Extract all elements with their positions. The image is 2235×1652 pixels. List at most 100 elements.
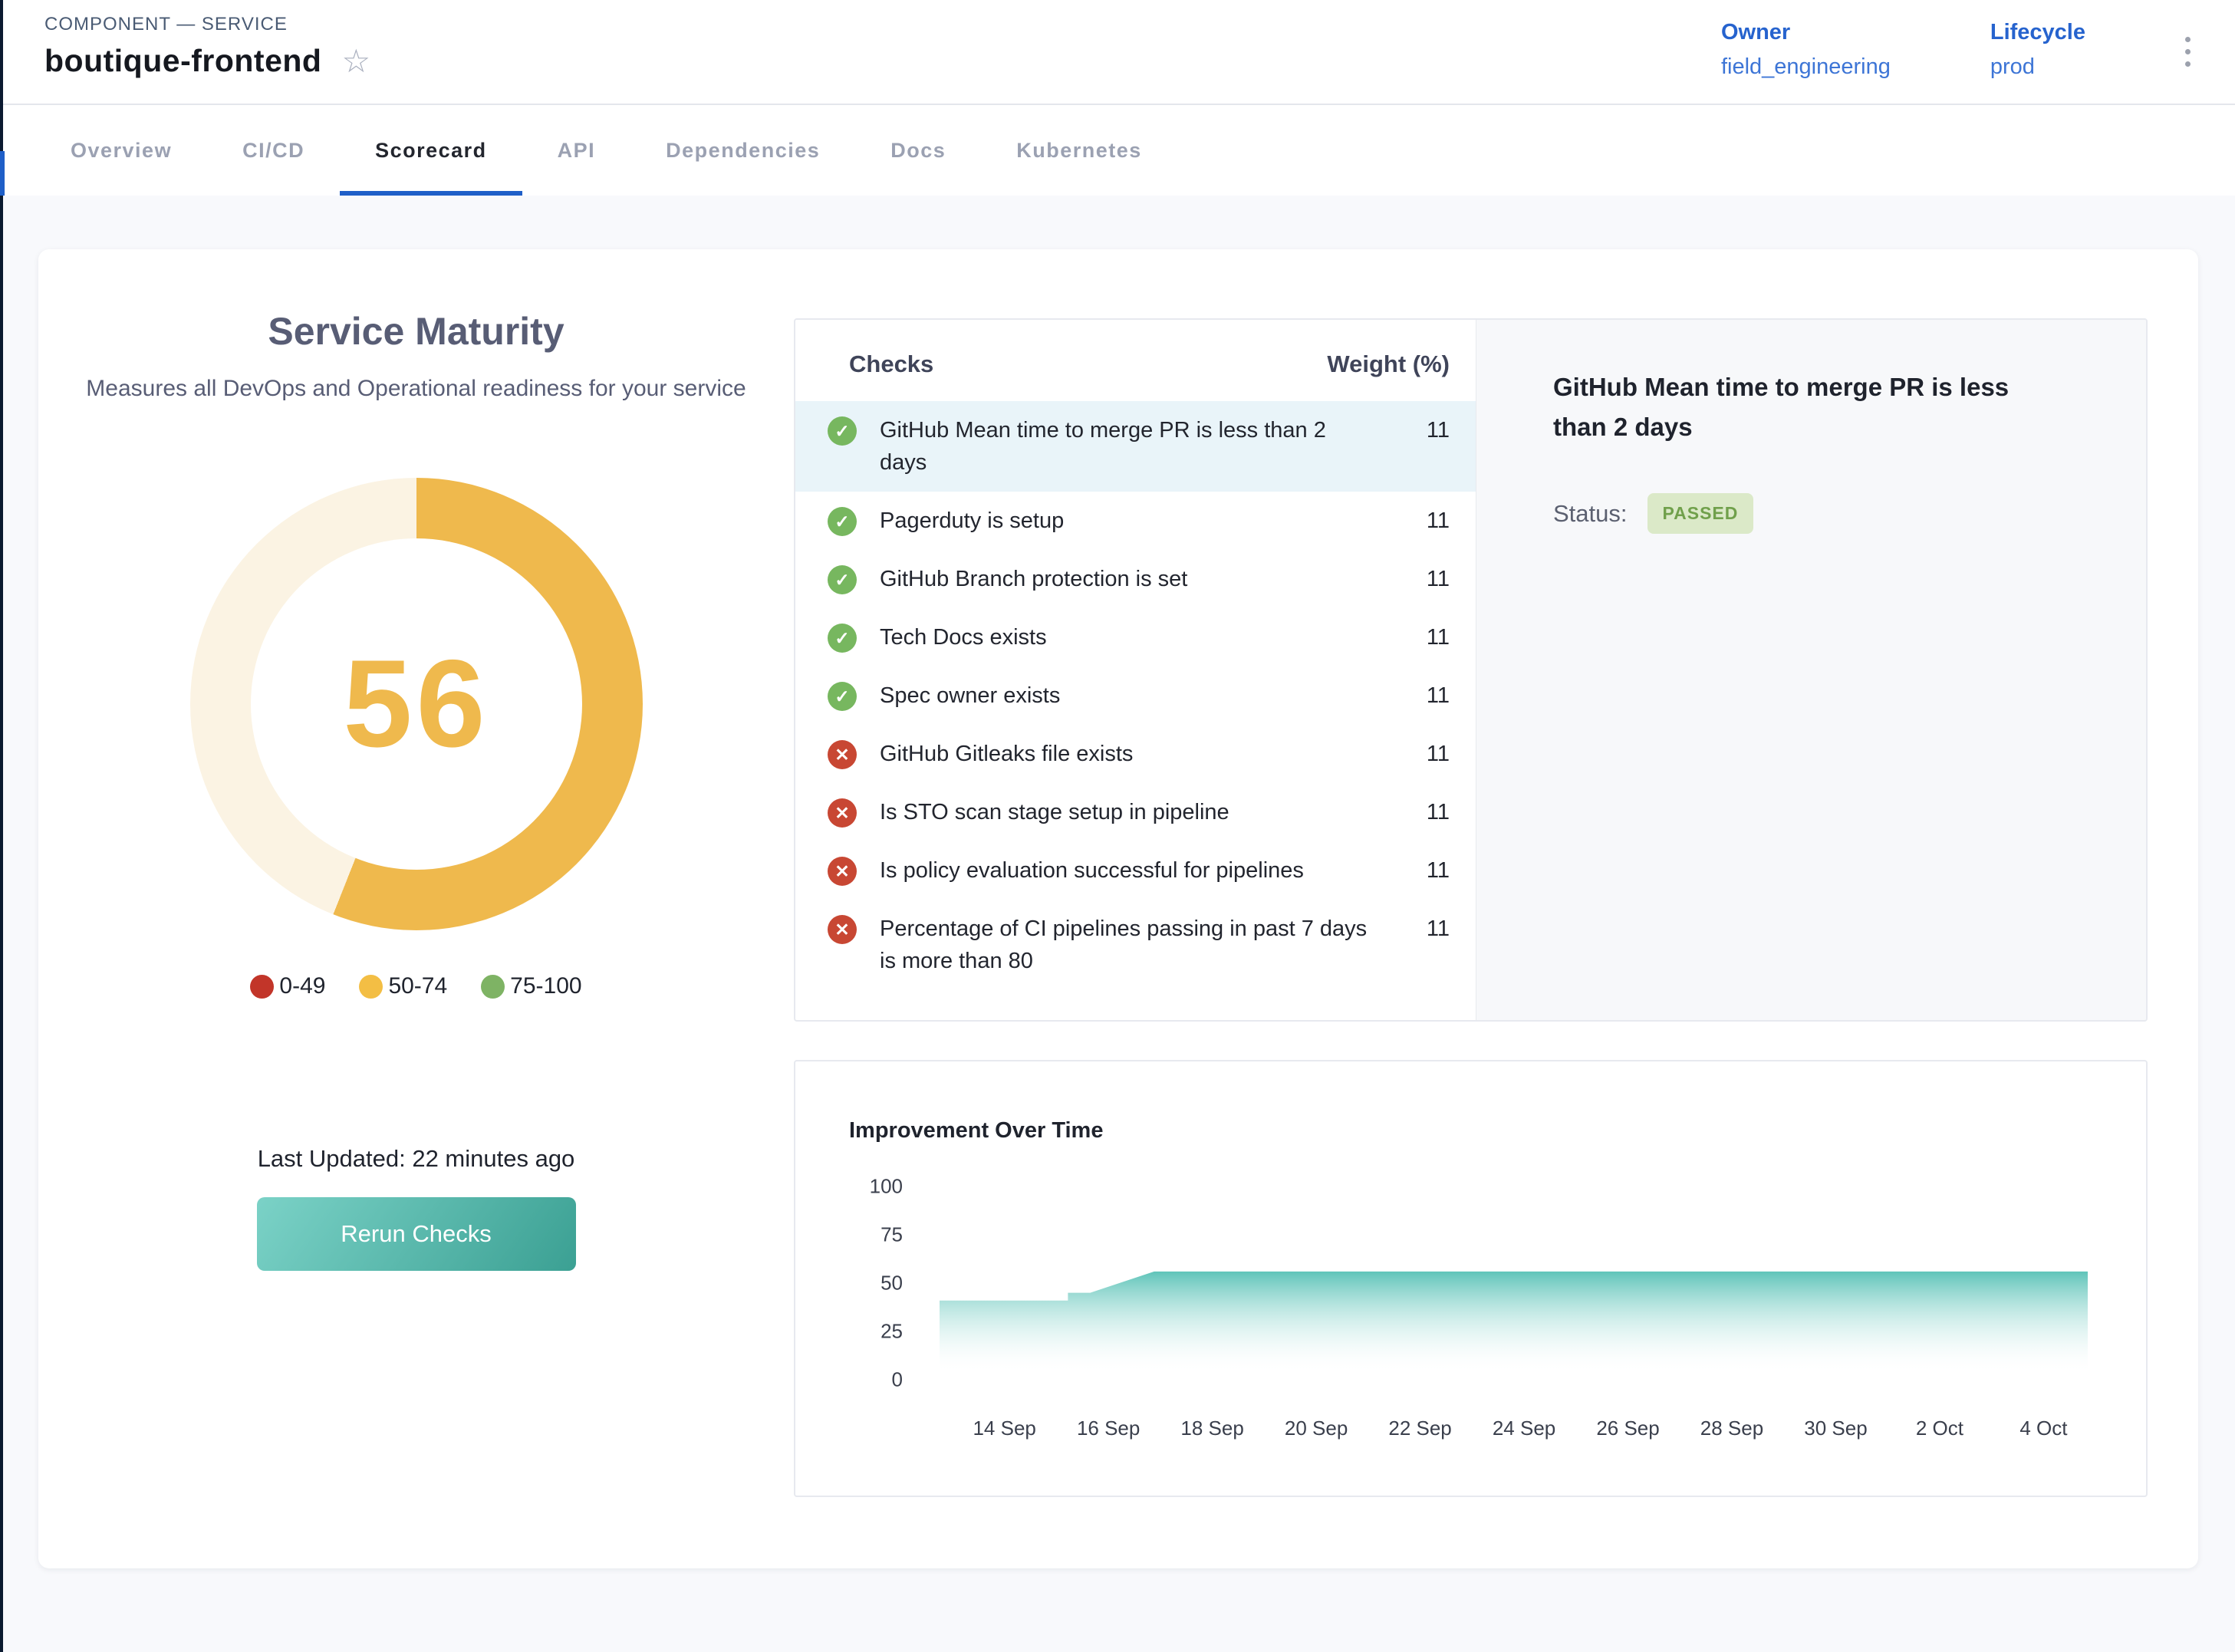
- page-title: boutique-frontend: [44, 43, 321, 79]
- legend-item: 50-74: [359, 973, 447, 999]
- checks-column-header: Checks: [849, 350, 933, 378]
- y-tick: 25: [881, 1320, 903, 1344]
- checks-list: Checks Weight (%) ✓ GitHub Mean time to …: [795, 320, 1476, 1020]
- scorecard-title: Service Maturity: [268, 309, 564, 354]
- check-label: Spec owner exists: [880, 680, 1394, 712]
- tab-label: Docs: [890, 139, 946, 163]
- owner-label: Owner: [1721, 20, 1891, 45]
- tab-label: API: [558, 139, 596, 163]
- check-status-icon: ✓: [828, 507, 857, 536]
- x-tick: 30 Sep: [1804, 1417, 1867, 1440]
- y-tick: 0: [892, 1368, 903, 1392]
- x-axis: 14 Sep16 Sep18 Sep20 Sep22 Sep24 Sep26 S…: [940, 1407, 2088, 1453]
- check-label: GitHub Gitleaks file exists: [880, 738, 1394, 770]
- tab[interactable]: Scorecard: [340, 105, 522, 196]
- tab-label: Kubernetes: [1016, 139, 1142, 163]
- lifecycle-label: Lifecycle: [1990, 20, 2085, 45]
- check-detail-panel: GitHub Mean time to merge PR is less tha…: [1476, 320, 2146, 1020]
- rerun-checks-button[interactable]: Rerun Checks: [257, 1197, 576, 1271]
- legend-label: 50-74: [388, 973, 447, 999]
- favorite-star-icon[interactable]: ☆: [341, 45, 370, 77]
- y-tick: 75: [881, 1223, 903, 1247]
- x-tick: 20 Sep: [1285, 1417, 1348, 1440]
- tab[interactable]: API: [522, 105, 631, 196]
- top-bar: COMPONENT — SERVICE boutique-frontend ☆ …: [0, 0, 2235, 105]
- check-status-row: Status: PASSED: [1553, 493, 2100, 534]
- check-weight: 11: [1394, 796, 1450, 828]
- tab-label: CI/CD: [242, 139, 304, 163]
- tab[interactable]: Dependencies: [630, 105, 855, 196]
- check-status-icon: ✓: [828, 682, 857, 711]
- check-label: Is policy evaluation successful for pipe…: [880, 854, 1394, 887]
- check-weight: 11: [1394, 414, 1450, 446]
- check-label: GitHub Mean time to merge PR is less tha…: [880, 414, 1394, 479]
- check-label: Percentage of CI pipelines passing in pa…: [880, 913, 1394, 977]
- x-tick: 2 Oct: [1916, 1417, 1963, 1440]
- breadcrumb: COMPONENT — SERVICE: [44, 14, 370, 35]
- legend-dot: [250, 975, 274, 999]
- score-legend: 0-49 50-74 75-100: [250, 973, 581, 999]
- check-weight: 11: [1394, 505, 1450, 537]
- main-content: Service Maturity Measures all DevOps and…: [0, 196, 2235, 1568]
- owner-value-link[interactable]: field_engineering: [1721, 54, 1891, 80]
- check-status-icon: ✓: [828, 565, 857, 594]
- check-row[interactable]: ✓ Pagerduty is setup 11: [795, 492, 1476, 550]
- check-status-icon: ✓: [828, 416, 857, 446]
- lifecycle-block: Lifecycle prod: [1990, 20, 2085, 80]
- y-tick: 50: [881, 1272, 903, 1295]
- left-edge-strip: [0, 0, 3, 1652]
- tab[interactable]: Overview: [35, 105, 207, 196]
- check-weight: 11: [1394, 680, 1450, 712]
- check-status-icon: ✕: [828, 857, 857, 886]
- check-status-icon: ✓: [828, 624, 857, 653]
- tab[interactable]: CI/CD: [207, 105, 340, 196]
- legend-item: 0-49: [250, 973, 325, 999]
- x-tick: 16 Sep: [1077, 1417, 1140, 1440]
- legend-label: 75-100: [510, 973, 581, 999]
- entity-heading: COMPONENT — SERVICE boutique-frontend ☆: [44, 14, 370, 79]
- y-tick: 100: [870, 1175, 903, 1199]
- check-status-icon: ✕: [828, 740, 857, 769]
- check-rows: ✓ GitHub Mean time to merge PR is less t…: [795, 401, 1476, 1020]
- check-row[interactable]: ✓ Spec owner exists 11: [795, 666, 1476, 725]
- check-status-icon: ✕: [828, 798, 857, 828]
- tab-label: Overview: [71, 139, 172, 163]
- plot-area: 14 Sep16 Sep18 Sep20 Sep22 Sep24 Sep26 S…: [940, 1186, 2088, 1453]
- weight-column-header: Weight (%): [1327, 350, 1450, 378]
- kebab-menu-icon[interactable]: [2185, 20, 2195, 67]
- check-detail-title: GitHub Mean time to merge PR is less tha…: [1553, 367, 2059, 447]
- check-row[interactable]: ✕ Percentage of CI pipelines passing in …: [795, 900, 1476, 990]
- service-scorecard-page: COMPONENT — SERVICE boutique-frontend ☆ …: [0, 0, 2235, 1652]
- check-row[interactable]: ✕ Is STO scan stage setup in pipeline 11: [795, 783, 1476, 841]
- score-value: 56: [343, 633, 489, 775]
- score-donut-hole: 56: [251, 538, 582, 870]
- x-tick: 4 Oct: [2019, 1417, 2067, 1440]
- improvement-chart-panel: Improvement Over Time 1007550250: [794, 1060, 2148, 1497]
- tab[interactable]: Kubernetes: [981, 105, 1177, 196]
- area-chart-svg: [940, 1186, 2088, 1380]
- entity-meta: Owner field_engineering Lifecycle prod: [1721, 14, 2195, 80]
- improvement-chart: 1007550250: [849, 1186, 2088, 1453]
- score-donut-chart: 56: [190, 478, 643, 930]
- checks-panel: Checks Weight (%) ✓ GitHub Mean time to …: [794, 318, 2148, 1022]
- legend-label: 0-49: [279, 973, 325, 999]
- check-weight: 11: [1394, 621, 1450, 653]
- checks-list-header: Checks Weight (%): [795, 350, 1476, 378]
- check-row[interactable]: ✓ GitHub Mean time to merge PR is less t…: [795, 401, 1476, 492]
- check-row[interactable]: ✕ Is policy evaluation successful for pi…: [795, 841, 1476, 900]
- check-weight: 11: [1394, 738, 1450, 770]
- left-edge-accent: [0, 151, 5, 196]
- tab[interactable]: Docs: [855, 105, 981, 196]
- tab-label: Scorecard: [375, 139, 487, 163]
- check-row[interactable]: ✕ GitHub Gitleaks file exists 11: [795, 725, 1476, 783]
- check-weight: 11: [1394, 563, 1450, 595]
- check-row[interactable]: ✓ GitHub Branch protection is set 11: [795, 550, 1476, 608]
- check-row[interactable]: ✓ Tech Docs exists 11: [795, 608, 1476, 666]
- lifecycle-value: prod: [1990, 54, 2085, 80]
- legend-item: 75-100: [481, 973, 581, 999]
- owner-block: Owner field_engineering: [1721, 20, 1891, 80]
- check-label: Pagerduty is setup: [880, 505, 1394, 537]
- scorecard-card: Service Maturity Measures all DevOps and…: [38, 249, 2198, 1568]
- y-axis: 1007550250: [849, 1186, 903, 1380]
- x-tick: 14 Sep: [973, 1417, 1035, 1440]
